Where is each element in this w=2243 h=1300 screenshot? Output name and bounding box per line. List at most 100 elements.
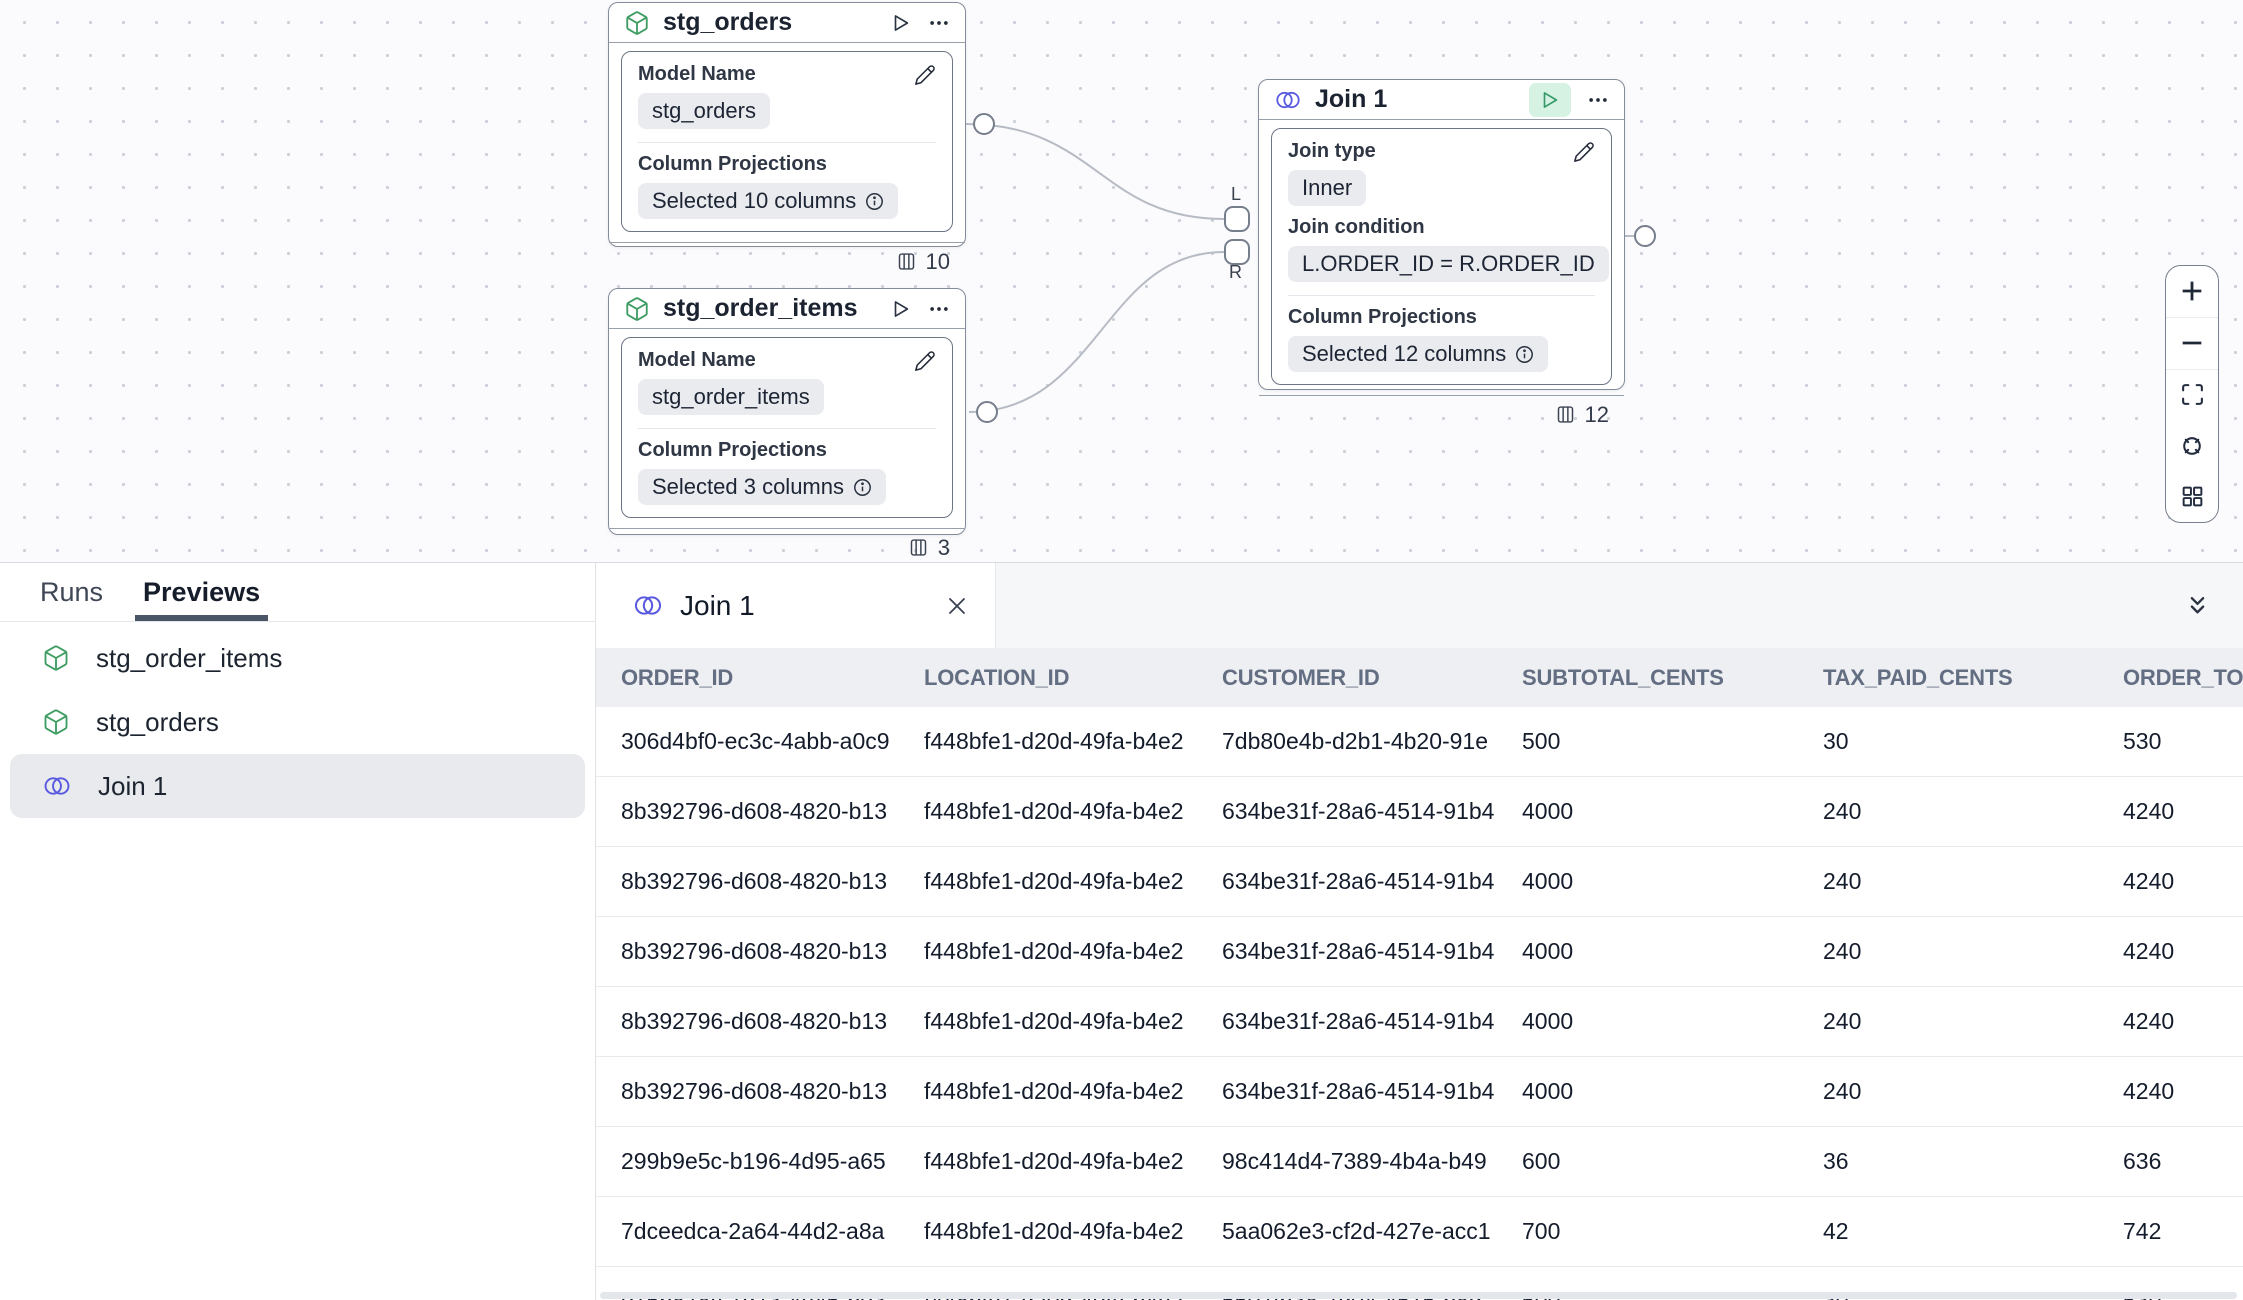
preview-tabstrip: Join 1 [596, 563, 2243, 648]
table-cell: 500 [1497, 728, 1798, 755]
node-join-1-header: Join 1 [1259, 80, 1624, 120]
preview-table-header: ORDER_ID LOCATION_ID CUSTOMER_ID SUBTOTA… [596, 648, 2243, 707]
table-cell: 742 [2098, 1218, 2243, 1245]
info-icon[interactable] [1515, 345, 1534, 364]
info-icon[interactable] [853, 478, 872, 497]
zoom-in-button[interactable] [2166, 266, 2218, 318]
join-type-pill[interactable]: Inner [1288, 170, 1366, 206]
model-cube-icon [624, 296, 650, 322]
port-label-right: R [1229, 262, 1242, 283]
sidebar-item-stg-order-items[interactable]: stg_order_items [10, 626, 585, 690]
table-cell: 240 [1798, 1078, 2098, 1105]
node-stg-orders[interactable]: stg_orders Model Name [608, 2, 966, 247]
table-cell: f448bfe1-d20d-49fa-b4e2 [899, 1218, 1197, 1245]
node-footer: 12 [1259, 395, 1624, 433]
pipeline-canvas[interactable]: stg_orders Model Name [0, 0, 2243, 563]
columns-count-icon [908, 537, 929, 558]
port-stg-order-items-output[interactable] [976, 401, 998, 423]
table-cell: 42 [1798, 1218, 2098, 1245]
table-cell: 8b392796-d608-4820-b13 [596, 1008, 899, 1035]
edit-pencil-icon[interactable] [914, 64, 936, 86]
table-row[interactable]: 306d4bf0-ec3c-4abb-a0c9f448bfe1-d20d-49f… [596, 707, 2243, 777]
table-cell: f448bfe1-d20d-49fa-b4e2 [899, 728, 1197, 755]
preview-list: stg_order_items stg_orders Join 1 [0, 622, 595, 818]
edit-pencil-icon[interactable] [1573, 141, 1595, 163]
fit-view-button[interactable] [2166, 370, 2218, 421]
sidebar-item-stg-orders[interactable]: stg_orders [10, 690, 585, 754]
preview-table-body: 306d4bf0-ec3c-4abb-a0c9f448bfe1-d20d-49f… [596, 707, 2243, 1300]
table-row[interactable]: 8b392796-d608-4820-b13f448bfe1-d20d-49fa… [596, 777, 2243, 847]
table-cell: f448bfe1-d20d-49fa-b4e2 [899, 798, 1197, 825]
close-icon[interactable] [945, 594, 969, 618]
join-icon [42, 773, 72, 799]
run-node-button[interactable] [890, 12, 912, 34]
table-cell: 98c414d4-7389-4b4a-b49 [1197, 1148, 1497, 1175]
table-row[interactable]: 8b392796-d608-4820-b13f448bfe1-d20d-49fa… [596, 847, 2243, 917]
app-root: stg_orders Model Name [0, 0, 2243, 1300]
table-cell: 530 [2098, 728, 2243, 755]
node-join-1[interactable]: Join 1 Join type [1258, 79, 1625, 390]
column-projections-pill[interactable]: Selected 12 columns [1288, 336, 1548, 372]
sidebar-item-label: stg_orders [96, 707, 219, 738]
table-cell: 36 [1798, 1148, 2098, 1175]
panel-tabbar: Runs Previews [0, 563, 595, 622]
info-icon[interactable] [865, 192, 884, 211]
node-menu-button[interactable] [928, 12, 950, 34]
column-projections-pill[interactable]: Selected 10 columns [638, 183, 898, 219]
table-cell: 4000 [1497, 798, 1798, 825]
column-projections-label: Column Projections [638, 152, 936, 177]
model-cube-icon [42, 708, 70, 736]
table-cell: 4240 [2098, 1008, 2243, 1035]
locate-button[interactable] [2166, 420, 2218, 471]
previews-sidebar: Runs Previews stg_order_items stg_orders [0, 563, 596, 1300]
join-condition-pill[interactable]: L.ORDER_ID = R.ORDER_ID [1288, 246, 1609, 282]
join-icon [1274, 88, 1302, 112]
table-row[interactable]: 8b392796-d608-4820-b13f448bfe1-d20d-49fa… [596, 987, 2243, 1057]
columns-count-icon [896, 251, 917, 272]
sidebar-item-join-1[interactable]: Join 1 [10, 754, 585, 818]
table-cell: 4240 [2098, 868, 2243, 895]
table-cell: 4000 [1497, 1008, 1798, 1035]
port-join-left-input[interactable] [1224, 206, 1250, 232]
node-stg-order-items[interactable]: stg_order_items Model Name [608, 288, 966, 535]
run-node-button[interactable] [890, 298, 912, 320]
column-projections-label: Column Projections [638, 438, 936, 463]
tab-previews[interactable]: Previews [135, 563, 268, 621]
table-row[interactable]: 8b392796-d608-4820-b13f448bfe1-d20d-49fa… [596, 1057, 2243, 1127]
port-join-output[interactable] [1634, 225, 1656, 247]
model-name-pill[interactable]: stg_order_items [638, 379, 824, 415]
run-node-button[interactable] [1529, 83, 1571, 117]
table-cell: f448bfe1-d20d-49fa-b4e2 [899, 1078, 1197, 1105]
edge-stg-order-items-to-join [969, 252, 1224, 412]
table-cell: 4240 [2098, 1078, 2243, 1105]
preview-tab-join-1[interactable]: Join 1 [596, 563, 996, 648]
edit-pencil-icon[interactable] [914, 350, 936, 372]
collapse-panel-icon[interactable] [2184, 592, 2211, 619]
tab-runs[interactable]: Runs [32, 563, 111, 621]
model-name-pill[interactable]: stg_orders [638, 93, 770, 129]
model-name-label: Model Name [638, 62, 756, 87]
mini-map-button[interactable] [2166, 471, 2218, 522]
table-cell: 240 [1798, 798, 2098, 825]
table-cell: 8b392796-d608-4820-b13 [596, 868, 899, 895]
port-stg-orders-output[interactable] [973, 113, 995, 135]
table-cell: 634be31f-28a6-4514-91b4 [1197, 798, 1497, 825]
node-menu-button[interactable] [928, 298, 950, 320]
canvas-zoom-toolbar [2165, 265, 2219, 523]
node-title: stg_orders [663, 8, 792, 37]
table-cell: 306d4bf0-ec3c-4abb-a0c9 [596, 728, 899, 755]
join-type-label: Join type [1288, 139, 1376, 164]
table-row[interactable]: 8b392796-d608-4820-b13f448bfe1-d20d-49fa… [596, 917, 2243, 987]
node-stg-order-items-header: stg_order_items [609, 289, 965, 329]
table-cell: 600 [1497, 1148, 1798, 1175]
table-row[interactable]: 7dceedca-2a64-44d2-a8af448bfe1-d20d-49fa… [596, 1197, 2243, 1267]
column-projections-pill[interactable]: Selected 3 columns [638, 469, 886, 505]
table-row[interactable]: 299b9e5c-b196-4d95-a65f448bfe1-d20d-49fa… [596, 1127, 2243, 1197]
table-cell: 634be31f-28a6-4514-91b4 [1197, 938, 1497, 965]
horizontal-scrollbar[interactable] [600, 1292, 2237, 1299]
column-projections-label: Column Projections [1288, 305, 1595, 330]
zoom-out-button[interactable] [2166, 318, 2218, 370]
table-cell: 240 [1798, 1008, 2098, 1035]
node-menu-button[interactable] [1587, 89, 1609, 111]
edge-stg-orders-to-join [966, 124, 1224, 219]
